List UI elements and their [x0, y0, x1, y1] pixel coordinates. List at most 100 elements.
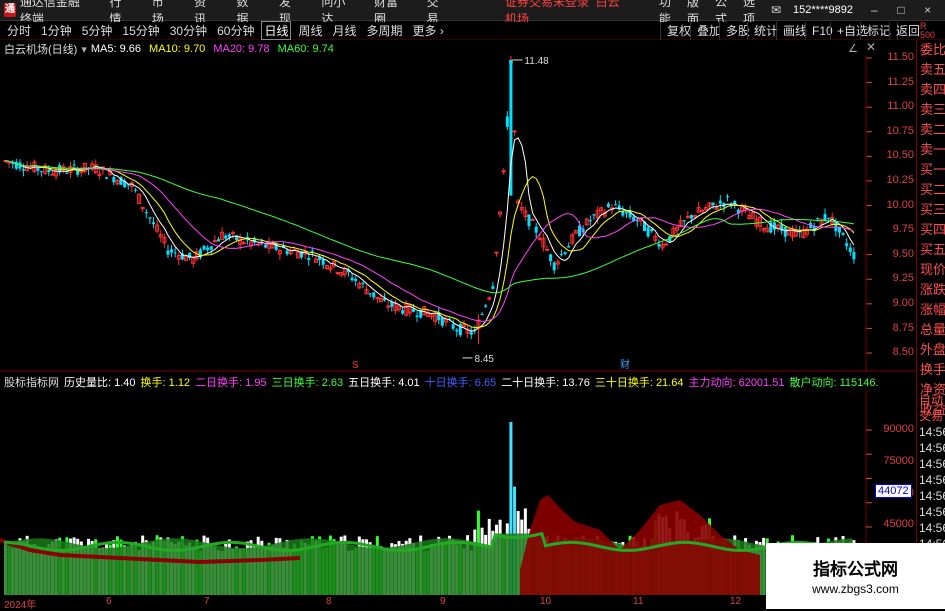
candle-body — [415, 315, 419, 317]
quote-field-label[interactable]: 卖三 — [917, 100, 945, 120]
quote-field-label[interactable]: 涨跌 — [917, 280, 945, 300]
indicator-legend-item: 散户动向: 115146.66 — [789, 377, 878, 389]
mail-icon[interactable]: ✉ — [771, 3, 781, 17]
candle-body — [664, 243, 669, 246]
candle-body — [588, 220, 592, 222]
quote-field-label[interactable]: 卖五 — [917, 60, 945, 80]
trade-field-label[interactable]: 交易 — [917, 408, 945, 424]
price-axis-label: 8.75 — [892, 321, 914, 334]
trade-field-label[interactable]: 14:56 — [917, 488, 945, 504]
candle-body — [206, 247, 210, 251]
candle-body — [487, 297, 492, 300]
candle-body — [22, 169, 26, 171]
close-icon[interactable]: × — [922, 3, 933, 17]
trade-field-label[interactable]: 自动 — [917, 392, 945, 408]
tab-multi-period[interactable]: 多周期 — [364, 22, 406, 39]
price-axis-label: 11.25 — [887, 75, 914, 88]
candle-body — [845, 243, 849, 247]
tab-monthly[interactable]: 月线 — [330, 22, 360, 39]
candle-body — [614, 204, 618, 206]
chart-settings-icon[interactable]: ∠ — [848, 42, 858, 55]
chevron-right-icon: › — [439, 24, 444, 38]
trade-field-label[interactable]: 14:56 — [917, 424, 945, 440]
candle-body — [827, 217, 831, 219]
chart-title: 白云机场(日线) — [4, 44, 78, 56]
candle-body — [144, 212, 148, 214]
tab-daily[interactable]: 日线 — [261, 21, 292, 40]
quote-field-label[interactable]: 总量 — [917, 320, 945, 340]
candle-body — [372, 292, 376, 298]
tab-timeshare[interactable]: 分时 — [4, 22, 34, 39]
candle-body — [469, 331, 473, 335]
quote-field-label[interactable]: 涨幅 — [917, 300, 945, 320]
tab-15min[interactable]: 15分钟 — [119, 22, 162, 39]
side-tab[interactable]: R 500 — [920, 22, 935, 40]
candle-body — [505, 116, 509, 127]
candle-body — [563, 252, 567, 255]
date-axis-label: 12 — [730, 596, 742, 607]
high-price-label: 11.48 — [524, 56, 549, 67]
quote-field-label[interactable]: 买二 — [917, 180, 945, 200]
price-axis-label: 9.00 — [892, 297, 914, 309]
candle-body — [823, 214, 827, 221]
candle-body — [227, 234, 231, 238]
trade-field-label[interactable]: 14:56 — [917, 456, 945, 472]
volume-axis-label: 90000 — [883, 423, 914, 435]
candle-body — [552, 262, 556, 271]
quote-field-label[interactable]: 外盘 — [917, 340, 945, 360]
tab-60min[interactable]: 60分钟 — [214, 22, 257, 39]
quote-field-label[interactable]: 买四 — [917, 220, 945, 240]
maximize-icon[interactable]: □ — [896, 3, 907, 17]
quote-field-label[interactable]: 卖二 — [917, 120, 945, 140]
tab-weekly[interactable]: 周线 — [295, 22, 325, 39]
dropdown-icon[interactable]: ▾ — [81, 43, 87, 56]
menu-bar: 通 通达信金融终端 行情 市场 资讯 数据 发现 问小达 财富圈 交易 证券交易… — [0, 0, 945, 26]
candle-body — [321, 259, 325, 265]
current-volume-label: 44072 — [875, 484, 912, 498]
candle-body — [559, 254, 563, 256]
price-axis-label: 10.50 — [886, 149, 914, 162]
tab-30min[interactable]: 30分钟 — [167, 22, 210, 39]
date-axis-label: 10 — [540, 596, 552, 607]
candle-body — [217, 239, 220, 242]
account-label[interactable]: 152****9892 — [793, 4, 853, 16]
candle-body — [354, 278, 358, 282]
candle-body — [148, 217, 152, 219]
candle-body — [635, 220, 639, 222]
tab-1min[interactable]: 1分钟 — [38, 22, 75, 39]
quote-field-label[interactable]: 买五 — [917, 240, 945, 260]
candle-body — [852, 251, 856, 260]
trade-field-label[interactable]: 14:56 — [917, 440, 945, 456]
ma5-legend: MA5: 9.66 — [90, 43, 142, 55]
candle-body — [7, 161, 12, 164]
indicator-legend-item: 二日换手: 1.95 — [195, 377, 267, 389]
candle-body — [685, 215, 690, 218]
trade-field-label[interactable]: 14:56 — [917, 504, 945, 520]
candle-body — [307, 257, 311, 260]
candlestick-chart[interactable]: 11.48 8.45 S 财 — [0, 56, 916, 372]
price-axis-label: 8.50 — [892, 346, 914, 359]
quote-field-label[interactable]: 换手 — [917, 360, 945, 380]
tab-more[interactable]: 更多 › — [410, 22, 447, 39]
trade-field-label[interactable]: 14:56 — [917, 472, 945, 488]
tab-5min[interactable]: 5分钟 — [79, 22, 116, 39]
quote-field-label[interactable]: 委比 — [917, 40, 945, 60]
trade-field-label[interactable]: 14:56 — [917, 520, 945, 536]
price-axis-label: 10.00 — [886, 198, 914, 211]
indicator-legend-item: 五日换手: 4.01 — [348, 377, 420, 389]
quote-field-label[interactable]: 买一 — [917, 160, 945, 180]
candle-body — [72, 164, 76, 166]
candle-body — [848, 247, 852, 253]
quote-field-label[interactable]: 现价 — [917, 260, 945, 280]
minimize-icon[interactable]: – — [869, 3, 880, 17]
ma20-legend: MA20: 9.78 — [213, 43, 270, 55]
candle-body — [40, 171, 44, 173]
quote-field-label[interactable]: 买三 — [917, 200, 945, 220]
candle-body — [224, 235, 228, 239]
candle-body — [451, 324, 455, 329]
price-axis-label: 9.25 — [892, 272, 914, 285]
quote-field-label[interactable]: 卖一 — [917, 140, 945, 160]
quote-field-label[interactable]: 卖四 — [917, 80, 945, 100]
candle-body — [401, 310, 405, 314]
main-chart-legend: 白云机场(日线) ▾ MA5: 9.66 MA10: 9.70 MA20: 9.… — [0, 41, 334, 57]
